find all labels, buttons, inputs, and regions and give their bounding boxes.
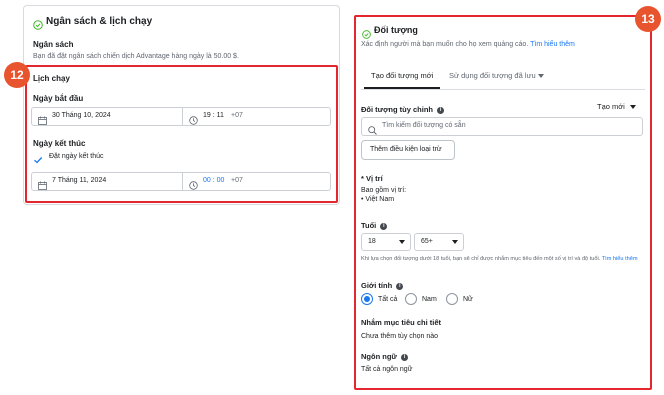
- audience-highlight-box: [354, 15, 652, 390]
- step-badge-12: 12: [4, 62, 30, 88]
- budget-text: Bạn đã đặt ngân sách chiến dịch Advantag…: [33, 53, 239, 60]
- step-badge-13: 13: [635, 6, 661, 32]
- budget-heading: Ngân sách: [33, 40, 74, 49]
- budget-schedule-title: Ngân sách & lịch chạy: [46, 16, 153, 27]
- check-circle-icon: [33, 17, 43, 30]
- schedule-highlight-box: [25, 65, 338, 203]
